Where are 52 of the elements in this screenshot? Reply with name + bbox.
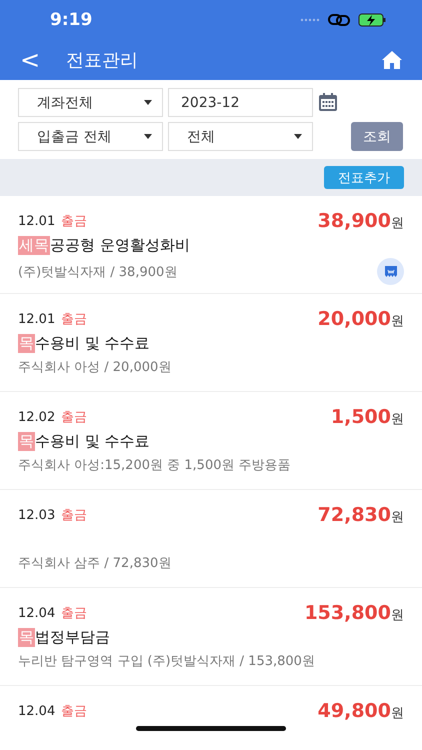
- voucher-row[interactable]: 12.04 출금 153,800원 목 법정부담금 누리반 탐구영역 구입 (주)텃발식자재 / 153,800원: [0, 588, 422, 686]
- caret-icon: [144, 100, 152, 105]
- entry-amount: 20,000원: [318, 308, 404, 330]
- category-tag: 세목: [18, 236, 50, 254]
- entry-type: 출금: [61, 213, 88, 230]
- entry-amount: 72,830원: [318, 504, 404, 526]
- entry-amount: 38,900원: [318, 210, 404, 232]
- home-icon[interactable]: [382, 51, 402, 69]
- voucher-row[interactable]: 12.01 출금 38,900원 세목공공형 운영활성화비 (주)텃발식자재 / 38,900원: [0, 196, 422, 294]
- voucher-row[interactable]: 12.01 출금 20,000원 목수용비 및 수수료 주식회사 아성 / 20,000원: [0, 294, 422, 392]
- entry-date: 12.03: [18, 508, 56, 522]
- entry-amount: 49,800원: [318, 700, 404, 722]
- page-title: 전표관리: [66, 49, 140, 72]
- entry-date: 12.04: [18, 606, 56, 620]
- receipt-icon[interactable]: [377, 258, 404, 285]
- category-tag: 목: [18, 432, 35, 450]
- month-field[interactable]: 2023-12: [168, 88, 313, 117]
- entry-detail: 누리반 탐구영역 구입 (주)텃발식자재 / 153,800원: [18, 653, 315, 670]
- entry-date: 12.04: [18, 704, 56, 718]
- entry-detail: (주)텃발식자재 / 38,900원: [18, 264, 178, 280]
- entry-date: 12.01: [18, 214, 56, 228]
- entry-type: 출금: [61, 311, 88, 328]
- signal-icon: [300, 18, 320, 22]
- back-button[interactable]: <: [20, 46, 40, 74]
- voucher-row[interactable]: 12.03 출금 72,830원 주식회사 삼주 / 72,830원: [0, 490, 422, 588]
- entry-title: 공공형 운영활성화비: [50, 236, 190, 254]
- entry-amount: 153,800원: [304, 602, 404, 624]
- entry-date: 12.02: [18, 410, 56, 424]
- entry-type: 출금: [61, 605, 88, 622]
- account-select[interactable]: 계좌전체: [18, 88, 163, 117]
- category-select[interactable]: 전체: [168, 122, 313, 151]
- entry-type: 출금: [61, 703, 88, 720]
- link-icon: [328, 13, 350, 27]
- entry-type: 출금: [61, 409, 88, 426]
- battery-icon: [358, 13, 386, 27]
- caret-icon: [144, 134, 152, 139]
- status-time: 9:19: [50, 10, 92, 30]
- entry-title: 수용비 및 수수료: [35, 432, 150, 450]
- entry-amount: 1,500원: [330, 406, 404, 428]
- entry-title: 수용비 및 수수료: [35, 334, 150, 352]
- voucher-row[interactable]: 12.02 출금 1,500원 목수용비 및 수수료 주식회사 아성:15,200원 중 1,500원 주방용품: [0, 392, 422, 490]
- entry-title: 법정부담금: [35, 628, 110, 646]
- calendar-icon[interactable]: [318, 93, 338, 112]
- category-tag: 목: [18, 334, 35, 352]
- entry-date: 12.01: [18, 312, 56, 326]
- caret-icon: [294, 134, 302, 139]
- direction-select[interactable]: 입출금 전체: [18, 122, 163, 151]
- entry-type: 출금: [61, 507, 88, 524]
- entry-detail: 주식회사 아성 / 20,000원: [18, 359, 172, 376]
- category-tag: 목: [18, 628, 35, 646]
- entry-detail: 주식회사 아성:15,200원 중 1,500원 주방용품: [18, 457, 291, 474]
- entry-detail: 주식회사 삼주 / 72,830원: [18, 555, 172, 572]
